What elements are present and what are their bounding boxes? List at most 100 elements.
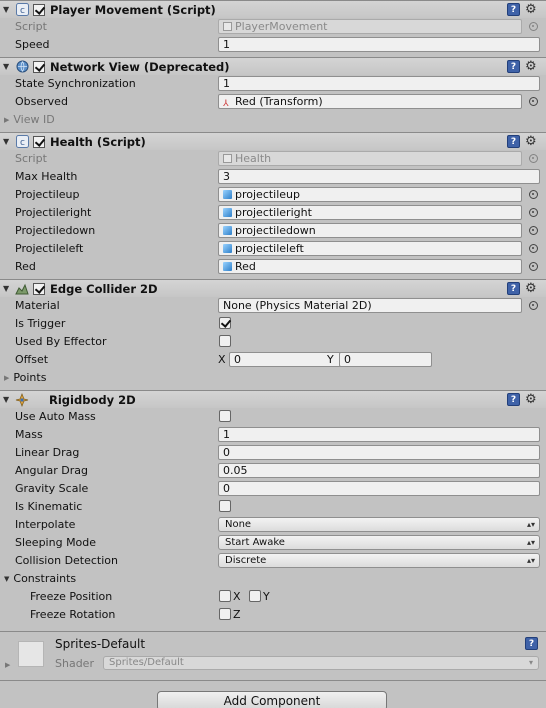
shader-dropdown[interactable]: Sprites/Default ▾ — [103, 656, 539, 670]
help-icon[interactable]: ? — [507, 3, 520, 16]
material-label: Material — [15, 298, 60, 312]
material-preview-panel: ▶ Sprites-Default Shader Sprites/Default… — [0, 631, 546, 679]
is-trigger-label: Is Trigger — [15, 316, 66, 330]
collapse-arrow-icon[interactable]: ▼ — [3, 137, 13, 146]
object-picker-icon[interactable] — [529, 300, 538, 310]
help-icon[interactable]: ? — [507, 393, 520, 406]
material-name: Sprites-Default — [55, 637, 146, 651]
object-picker-icon[interactable] — [529, 96, 538, 106]
use-auto-mass-checkbox[interactable] — [219, 410, 231, 422]
linear-drag-label: Linear Drag — [15, 445, 80, 459]
object-picker-icon[interactable] — [529, 225, 538, 235]
help-icon[interactable]: ? — [507, 282, 520, 295]
angular-drag-field[interactable]: 0.05 — [218, 462, 540, 478]
linear-drag-field[interactable]: 0 — [218, 444, 540, 460]
projectileup-label: Projectileup — [15, 187, 80, 201]
player-movement-header[interactable]: ▼ c Player Movement (Script) ? ⚙ — [0, 0, 546, 18]
speed-field[interactable]: 1 — [218, 36, 540, 52]
gear-icon[interactable]: ⚙ — [525, 3, 537, 16]
dropdown-arrow-icon: ▾ — [528, 658, 533, 667]
material-field[interactable]: None (Physics Material 2D) — [218, 297, 522, 313]
gear-icon[interactable]: ⚙ — [525, 135, 537, 148]
view-id-row[interactable]: View ID — [0, 110, 546, 128]
object-picker-icon[interactable] — [529, 243, 538, 253]
constraints-row[interactable]: Constraints — [0, 569, 546, 587]
rigidbody-header[interactable]: ▼ Rigidbody 2D ? ⚙ — [0, 390, 546, 408]
state-sync-label: State Synchronization — [15, 76, 136, 90]
mass-row: Mass 1 — [0, 425, 546, 443]
network-view-enabled-checkbox[interactable] — [33, 60, 45, 73]
view-id-label[interactable]: View ID — [4, 113, 54, 126]
observed-field[interactable]: ⅄ Red (Transform) — [218, 93, 522, 109]
edge-collider-header[interactable]: ▼ Edge Collider 2D ? ⚙ — [0, 279, 546, 297]
network-view-header[interactable]: ▼ Network View (Deprecated) ? ⚙ — [0, 57, 546, 75]
points-label[interactable]: Points — [4, 371, 46, 384]
freeze-position-x-label: X — [233, 589, 241, 603]
prefab-cube-icon — [223, 225, 232, 235]
transform-icon: ⅄ — [223, 98, 229, 109]
collapse-arrow-icon[interactable]: ▼ — [3, 62, 13, 71]
object-picker-icon[interactable] — [529, 153, 538, 163]
help-icon[interactable]: ? — [507, 135, 520, 148]
help-icon[interactable]: ? — [525, 637, 538, 650]
offset-x-label: X — [218, 352, 226, 366]
material-row: Material None (Physics Material 2D) — [0, 296, 546, 314]
object-picker-icon[interactable] — [529, 261, 538, 271]
freeze-position-y-checkbox[interactable] — [249, 590, 261, 602]
freeze-position-x-checkbox[interactable] — [219, 590, 231, 602]
object-picker-icon[interactable] — [529, 21, 538, 31]
is-kinematic-checkbox[interactable] — [219, 500, 231, 512]
divider — [0, 680, 546, 681]
gear-icon[interactable]: ⚙ — [525, 60, 537, 73]
interpolate-dropdown[interactable]: None ▴▾ — [218, 516, 540, 532]
player-movement-enabled-checkbox[interactable] — [33, 3, 45, 16]
script-field[interactable]: Health — [218, 150, 522, 166]
collapse-arrow-icon[interactable]: ▼ — [3, 395, 13, 404]
mass-field[interactable]: 1 — [218, 426, 540, 442]
edge-collider-enabled-checkbox[interactable] — [33, 282, 45, 295]
is-kinematic-label: Is Kinematic — [15, 499, 83, 513]
use-auto-mass-label: Use Auto Mass — [15, 409, 96, 423]
constraints-label[interactable]: Constraints — [4, 572, 76, 585]
points-row[interactable]: Points — [0, 368, 546, 386]
is-kinematic-row: Is Kinematic — [0, 497, 546, 515]
add-component-button[interactable]: Add Component — [157, 691, 387, 708]
gear-icon[interactable]: ⚙ — [525, 393, 537, 406]
help-icon[interactable]: ? — [507, 60, 520, 73]
object-picker-icon[interactable] — [529, 189, 538, 199]
red-row: Red Red — [0, 257, 546, 275]
script-file-icon — [223, 153, 232, 163]
is-trigger-checkbox[interactable] — [219, 317, 231, 329]
freeze-rotation-z-checkbox[interactable] — [219, 608, 231, 620]
script-component-icon: c — [15, 135, 29, 149]
projectileup-field[interactable]: projectileup — [218, 186, 522, 202]
projectiledown-label: Projectiledown — [15, 223, 96, 237]
health-enabled-checkbox[interactable] — [33, 135, 45, 148]
collapse-arrow-icon[interactable]: ▼ — [3, 5, 13, 14]
sleeping-mode-dropdown[interactable]: Start Awake ▴▾ — [218, 534, 540, 550]
health-header[interactable]: ▼ c Health (Script) ? ⚙ — [0, 132, 546, 150]
script-field[interactable]: PlayerMovement — [218, 18, 522, 34]
component-title: Network View (Deprecated) — [50, 59, 230, 74]
script-label: Script — [15, 151, 47, 165]
collapse-arrow-icon[interactable]: ▼ — [3, 284, 13, 293]
used-by-effector-checkbox[interactable] — [219, 335, 231, 347]
object-picker-icon[interactable] — [529, 207, 538, 217]
offset-y-field[interactable]: 0 — [339, 351, 432, 367]
projectileleft-field[interactable]: projectileleft — [218, 240, 522, 256]
collision-detection-dropdown[interactable]: Discrete ▴▾ — [218, 552, 540, 568]
max-health-row: Max Health 3 — [0, 167, 546, 185]
red-field[interactable]: Red — [218, 258, 522, 274]
interpolate-label: Interpolate — [15, 517, 76, 531]
max-health-field[interactable]: 3 — [218, 168, 540, 184]
gravity-scale-field[interactable]: 0 — [218, 480, 540, 496]
component-title: Player Movement (Script) — [50, 2, 216, 17]
expand-arrow-icon[interactable]: ▶ — [5, 661, 10, 669]
gear-icon[interactable]: ⚙ — [525, 282, 537, 295]
prefab-cube-icon — [223, 207, 232, 217]
projectiledown-field[interactable]: projectiledown — [218, 222, 522, 238]
projectileright-field[interactable]: projectileright — [218, 204, 522, 220]
state-sync-field[interactable]: 1 — [218, 75, 540, 91]
script-label: Script — [15, 19, 47, 33]
material-thumbnail[interactable] — [18, 641, 44, 667]
